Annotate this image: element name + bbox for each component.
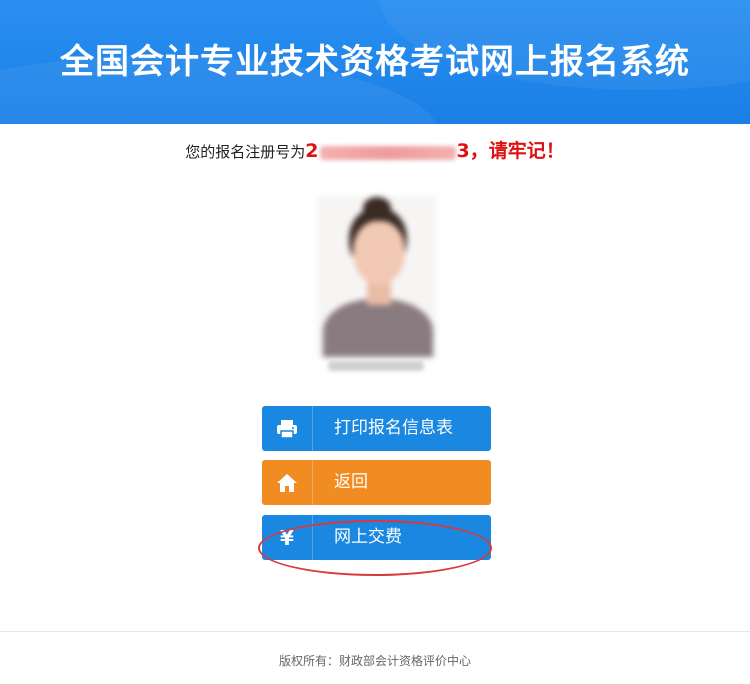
- registration-number-first: 2: [305, 140, 319, 162]
- photo-caption-redacted: [328, 361, 424, 371]
- registration-number-redacted: [319, 145, 456, 160]
- print-form-button[interactable]: 打印报名信息表: [262, 406, 491, 451]
- page-header: 全国会计专业技术资格考试网上报名系统: [0, 0, 750, 124]
- page-title: 全国会计专业技术资格考试网上报名系统: [60, 42, 690, 82]
- back-button[interactable]: 返回: [262, 460, 491, 505]
- applicant-photo: [318, 196, 436, 358]
- home-icon: [262, 460, 313, 505]
- online-payment-label: 网上交费: [334, 527, 402, 547]
- registration-number-last: 3: [456, 140, 470, 162]
- print-form-label: 打印报名信息表: [334, 418, 453, 438]
- online-payment-button[interactable]: ¥ 网上交费: [262, 515, 491, 560]
- footer-divider: [0, 631, 750, 632]
- copyright-footer: 版权所有：财政部会计资格评价中心: [278, 654, 471, 668]
- yen-icon: ¥: [262, 515, 313, 560]
- registration-notice: 您的报名注册号为2 3，请牢记！: [0, 136, 750, 163]
- registration-prefix: 您的报名注册号为: [185, 143, 306, 161]
- back-label: 返回: [334, 472, 368, 492]
- registration-warning: ，请牢记！: [469, 140, 565, 162]
- printer-icon: [262, 406, 313, 451]
